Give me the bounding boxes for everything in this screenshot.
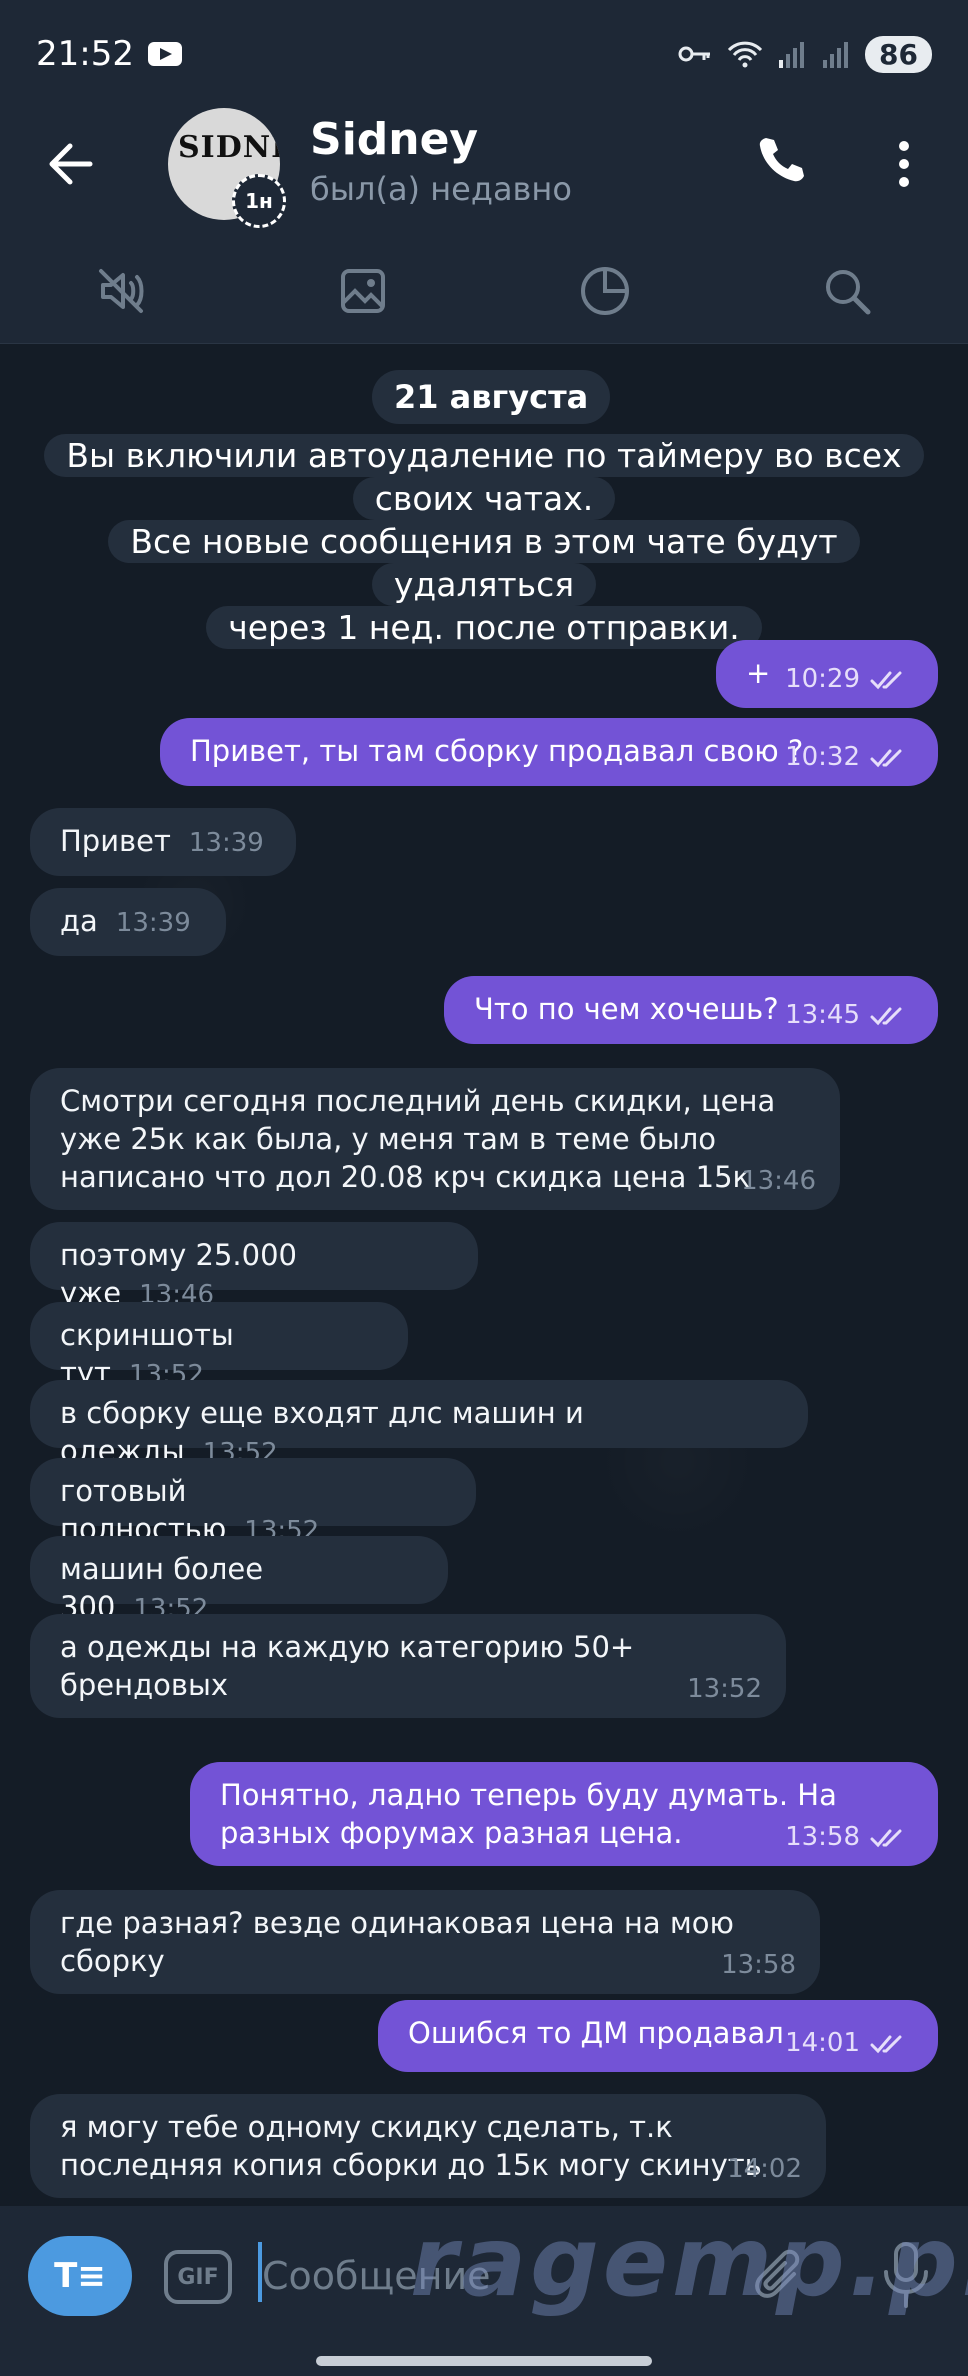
incoming-message[interactable]: в сборку еще входят длс машин и одежды 13… <box>30 1380 808 1468</box>
chat-messages[interactable]: 21 августа Вы включили автоудаление по т… <box>0 344 968 2206</box>
incoming-message[interactable]: скриншоты тут 13:52 <box>30 1302 408 1390</box>
key-icon <box>678 46 711 62</box>
read-ticks-icon <box>870 1829 902 1847</box>
status-bar: 21:52 86 <box>0 0 968 108</box>
incoming-message[interactable]: где разная? везде одинаковая цена на мою… <box>30 1890 820 1994</box>
outgoing-message[interactable]: Привет, ты там сборку продавал свою ? 10… <box>160 718 938 786</box>
gif-button[interactable]: GIF <box>164 2250 232 2304</box>
message-text: Привет, ты там сборку продавал свою ? <box>190 734 804 768</box>
message-input-bar: T≡ GIF ragemp.pro <box>0 2206 968 2376</box>
message-time: 13:39 <box>115 908 191 938</box>
message-time: 13:39 <box>188 828 264 858</box>
service-line: своих чатах. <box>352 477 616 520</box>
message-time: 13:58 <box>785 1822 860 1852</box>
message-text: Привет <box>60 824 171 858</box>
incoming-message[interactable]: поэтому 25.000 уже 13:46 <box>30 1222 478 1310</box>
incoming-message[interactable]: машин более 300 13:52 <box>30 1536 448 1624</box>
service-line: Вы включили автоудаление по таймеру во в… <box>44 434 924 477</box>
chat-toolbar <box>0 238 968 344</box>
message-time: 13:45 <box>785 1000 860 1030</box>
service-message: Вы включили автоудаление по таймеру во в… <box>34 434 934 649</box>
home-indicator[interactable] <box>316 2356 652 2366</box>
date-separator: 21 августа <box>372 370 611 424</box>
incoming-message[interactable]: Смотри сегодня последний день скидки, це… <box>30 1068 840 1210</box>
message-time: 13:46 <box>741 1166 816 1196</box>
contact-name[interactable]: Sidney <box>310 114 478 165</box>
message-text: Смотри сегодня последний день скидки, це… <box>60 1084 776 1194</box>
message-time: 14:01 <box>785 2028 860 2058</box>
chat-header: SIDNEY 1н Sidney был(а) недавно <box>0 108 968 238</box>
message-text: Ошибся то ДМ продавал <box>408 2016 784 2050</box>
message-input[interactable] <box>262 2246 742 2306</box>
message-time: 13:58 <box>721 1950 796 1980</box>
message-time: 13:52 <box>687 1674 762 1704</box>
incoming-message[interactable]: а одежды на каждую категорию 50+ брендов… <box>30 1614 786 1718</box>
incoming-message[interactable]: да 13:39 <box>30 888 226 956</box>
message-text: Понятно, ладно теперь буду думать. На ра… <box>220 1778 837 1850</box>
read-ticks-icon <box>870 1007 902 1025</box>
status-time: 21:52 <box>36 34 134 74</box>
service-line: через 1 нед. после отправки. <box>206 606 762 649</box>
message-text: я могу тебе одному скидку сделать, т.к п… <box>60 2110 762 2182</box>
youtube-notification-icon <box>147 42 182 66</box>
signal-roaming-icon <box>823 42 849 68</box>
attach-icon[interactable] <box>750 2244 810 2308</box>
message-text: где разная? везде одинаковая цена на мою… <box>60 1906 734 1978</box>
story-timer-badge: 1н <box>232 174 286 228</box>
message-text: да <box>60 904 98 938</box>
incoming-message[interactable]: Привет 13:39 <box>30 808 296 876</box>
incoming-message[interactable]: я могу тебе одному скидку сделать, т.к п… <box>30 2094 826 2198</box>
status-icons: 86 <box>677 35 932 73</box>
signal-icon <box>779 42 805 68</box>
read-ticks-icon <box>870 749 902 767</box>
contact-status: был(а) недавно <box>310 170 572 208</box>
outgoing-message[interactable]: Ошибся то ДМ продавал 14:01 <box>378 2000 938 2072</box>
avatar-label: SIDNEY <box>178 130 280 165</box>
read-ticks-icon <box>870 2035 902 2053</box>
battery-level: 86 <box>865 35 932 73</box>
back-arrow-icon[interactable] <box>40 132 104 196</box>
read-ticks-icon <box>870 671 902 689</box>
mic-icon[interactable] <box>878 2240 934 2310</box>
search-icon[interactable] <box>819 263 875 319</box>
message-text: Что по чем хочешь? <box>474 992 779 1026</box>
outgoing-message[interactable]: Понятно, ладно теперь буду думать. На ра… <box>190 1762 938 1866</box>
outgoing-message[interactable]: + 10:29 <box>716 640 938 708</box>
gallery-icon[interactable] <box>335 263 391 319</box>
wifi-icon <box>727 41 763 68</box>
outgoing-message[interactable]: Что по чем хочешь? 13:45 <box>444 976 938 1044</box>
message-time: 14:02 <box>727 2154 802 2184</box>
message-text: а одежды на каждую категорию 50+ брендов… <box>60 1630 635 1702</box>
timer-icon[interactable] <box>577 263 633 319</box>
message-time: 10:32 <box>785 742 860 772</box>
message-text: + <box>746 656 771 690</box>
text-format-button[interactable]: T≡ <box>28 2236 132 2316</box>
message-time: 10:29 <box>785 664 860 694</box>
mute-icon[interactable] <box>93 263 149 319</box>
more-vertical-icon[interactable] <box>880 132 928 196</box>
phone-icon[interactable] <box>752 132 808 188</box>
incoming-message[interactable]: готовый полностью 13:52 <box>30 1458 476 1546</box>
service-line: Все новые сообщения в этом чате будут уд… <box>108 520 860 606</box>
